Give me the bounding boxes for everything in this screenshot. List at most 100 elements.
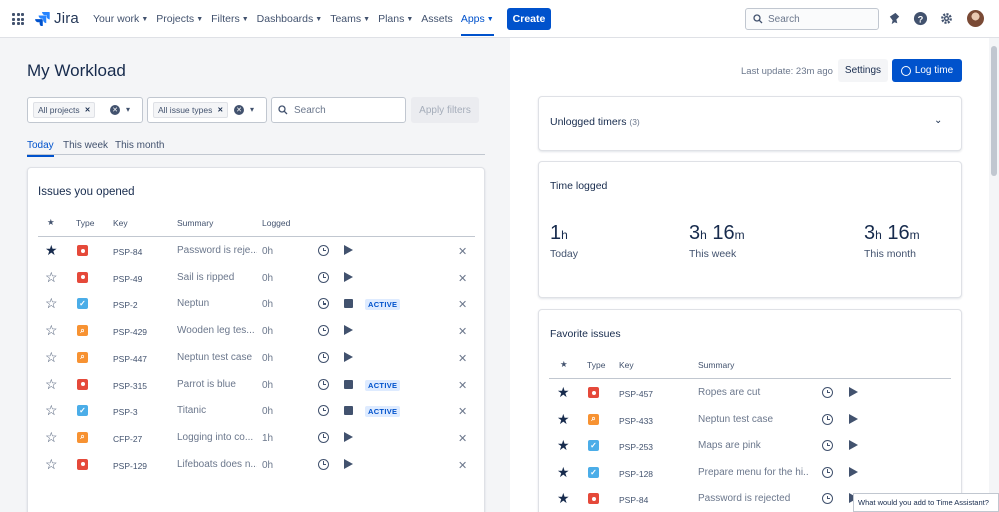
issue-key[interactable]: PSP-84 — [619, 495, 648, 505]
chevron-down-icon[interactable]: ▾ — [250, 105, 254, 114]
nav-item-your-work[interactable]: Your work ▼ — [93, 0, 148, 38]
remove-icon[interactable]: ✕ — [458, 298, 467, 311]
issue-key[interactable]: PSP-447 — [113, 354, 147, 364]
stop-icon[interactable] — [344, 379, 353, 389]
star-outline-icon[interactable]: ☆ — [45, 323, 58, 337]
star-outline-icon[interactable]: ☆ — [45, 270, 58, 284]
nav-item-apps[interactable]: Apps ▼ — [460, 0, 494, 38]
scrollbar-thumb[interactable] — [991, 46, 997, 176]
issue-summary[interactable]: Sail is ripped — [177, 272, 257, 283]
play-icon[interactable] — [849, 466, 858, 477]
clock-icon[interactable] — [822, 440, 833, 451]
issue-summary[interactable]: Wooden leg tes... — [177, 325, 257, 336]
nav-item-filters[interactable]: Filters ▼ — [211, 0, 249, 38]
tab-this-week[interactable]: This week — [63, 140, 108, 155]
issue-summary[interactable]: Logging into co... — [177, 432, 257, 443]
issue-key[interactable]: PSP-315 — [113, 381, 147, 391]
nav-item-plans[interactable]: Plans ▼ — [378, 0, 413, 38]
issue-summary[interactable]: Titanic — [177, 405, 257, 416]
star-filled-icon[interactable]: ★ — [557, 412, 570, 426]
unlogged-timers-card[interactable]: Unlogged timers (3) ⌄ — [538, 96, 962, 151]
tab-this-month[interactable]: This month — [115, 140, 164, 155]
jira-logo[interactable]: Jira — [35, 10, 79, 27]
clock-icon[interactable] — [822, 466, 833, 478]
star-filled-icon[interactable]: ★ — [557, 438, 570, 452]
issue-key[interactable]: PSP-129 — [113, 461, 147, 471]
play-icon[interactable] — [849, 440, 858, 450]
issue-summary[interactable]: Password is reje... — [177, 245, 257, 256]
issue-key[interactable]: PSP-429 — [113, 327, 147, 337]
projects-filter[interactable]: All projects ✕ ✕ ▾ — [27, 97, 143, 123]
remove-icon[interactable]: ✕ — [458, 352, 467, 365]
remove-icon[interactable]: ✕ — [458, 272, 467, 285]
nav-item-projects[interactable]: Projects ▼ — [156, 0, 203, 38]
issue-summary[interactable]: Password is rejected — [698, 493, 808, 504]
star-filled-icon[interactable]: ★ — [557, 491, 570, 505]
issue-summary[interactable]: Maps are pink — [698, 440, 808, 451]
issue-key[interactable]: PSP-49 — [113, 274, 142, 284]
issue-summary[interactable]: Neptun test case — [177, 352, 257, 363]
stop-icon[interactable] — [344, 406, 353, 416]
issue-search-input[interactable]: Search — [271, 97, 406, 123]
issue-key[interactable]: PSP-128 — [619, 469, 653, 479]
play-icon[interactable] — [344, 431, 353, 442]
notifications-icon[interactable] — [887, 11, 902, 26]
star-outline-icon[interactable]: ☆ — [45, 457, 58, 471]
issue-key[interactable]: PSP-253 — [619, 442, 653, 452]
clock-icon[interactable] — [318, 325, 329, 337]
issue-summary[interactable]: Ropes are cut — [698, 387, 808, 398]
star-outline-icon[interactable]: ☆ — [45, 350, 58, 364]
help-icon[interactable]: ? — [913, 11, 928, 26]
remove-icon[interactable]: ✕ — [458, 379, 467, 392]
clock-icon[interactable] — [318, 271, 329, 283]
issue-summary[interactable]: Neptun — [177, 298, 257, 309]
issue-key[interactable]: PSP-84 — [113, 247, 142, 257]
star-outline-icon[interactable]: ☆ — [45, 403, 58, 417]
star-filled-icon[interactable]: ★ — [45, 243, 58, 257]
settings-button[interactable]: Settings — [838, 59, 888, 82]
play-icon[interactable] — [344, 271, 353, 282]
issue-key[interactable]: CFP-27 — [113, 434, 142, 444]
settings-gear-icon[interactable] — [939, 11, 954, 26]
issue-types-filter[interactable]: All issue types ✕ ✕ ▾ — [147, 97, 267, 123]
clock-icon[interactable] — [318, 351, 329, 363]
star-filled-icon[interactable]: ★ — [557, 465, 570, 479]
chevron-down-icon[interactable]: ⌄ — [934, 115, 942, 126]
tab-today[interactable]: Today — [27, 140, 54, 157]
star-filled-icon[interactable]: ★ — [557, 385, 570, 399]
issue-key[interactable]: PSP-457 — [619, 389, 653, 399]
issue-key[interactable]: PSP-2 — [113, 300, 138, 310]
play-icon[interactable] — [849, 413, 858, 424]
star-outline-icon[interactable]: ☆ — [45, 377, 58, 391]
clock-icon[interactable] — [318, 298, 329, 310]
nav-item-assets[interactable]: Assets — [421, 0, 453, 38]
star-outline-icon[interactable]: ☆ — [45, 296, 58, 310]
remove-icon[interactable]: ✕ — [458, 325, 467, 338]
clock-icon[interactable] — [822, 387, 833, 398]
nav-item-teams[interactable]: Teams ▼ — [330, 0, 370, 38]
log-time-button[interactable]: Log time — [892, 59, 962, 82]
clock-icon[interactable] — [318, 431, 329, 443]
stop-icon[interactable] — [344, 299, 353, 309]
clear-icon[interactable]: ✕ — [234, 105, 244, 115]
play-icon[interactable] — [344, 351, 353, 362]
clock-icon[interactable] — [318, 245, 329, 256]
clear-icon[interactable]: ✕ — [110, 105, 120, 115]
play-icon[interactable] — [344, 458, 353, 469]
issue-summary[interactable]: Lifeboats does n... — [177, 459, 257, 470]
clock-icon[interactable] — [318, 378, 329, 390]
clock-icon[interactable] — [318, 405, 329, 417]
issue-key[interactable]: PSP-433 — [619, 416, 653, 426]
app-switcher-icon[interactable] — [12, 13, 24, 25]
feedback-prompt[interactable]: What would you add to Time Assistant? — [853, 493, 999, 512]
play-icon[interactable] — [344, 245, 353, 255]
create-button[interactable]: Create — [507, 8, 551, 30]
issue-summary[interactable]: Prepare menu for the hi... — [698, 467, 808, 478]
clock-icon[interactable] — [822, 493, 833, 504]
remove-icon[interactable]: ✕ — [458, 432, 467, 445]
chevron-down-icon[interactable]: ▾ — [126, 105, 130, 114]
user-avatar[interactable] — [967, 10, 984, 27]
play-icon[interactable] — [344, 325, 353, 336]
global-search-input[interactable]: Search — [745, 8, 879, 30]
nav-item-dashboards[interactable]: Dashboards ▼ — [257, 0, 323, 38]
